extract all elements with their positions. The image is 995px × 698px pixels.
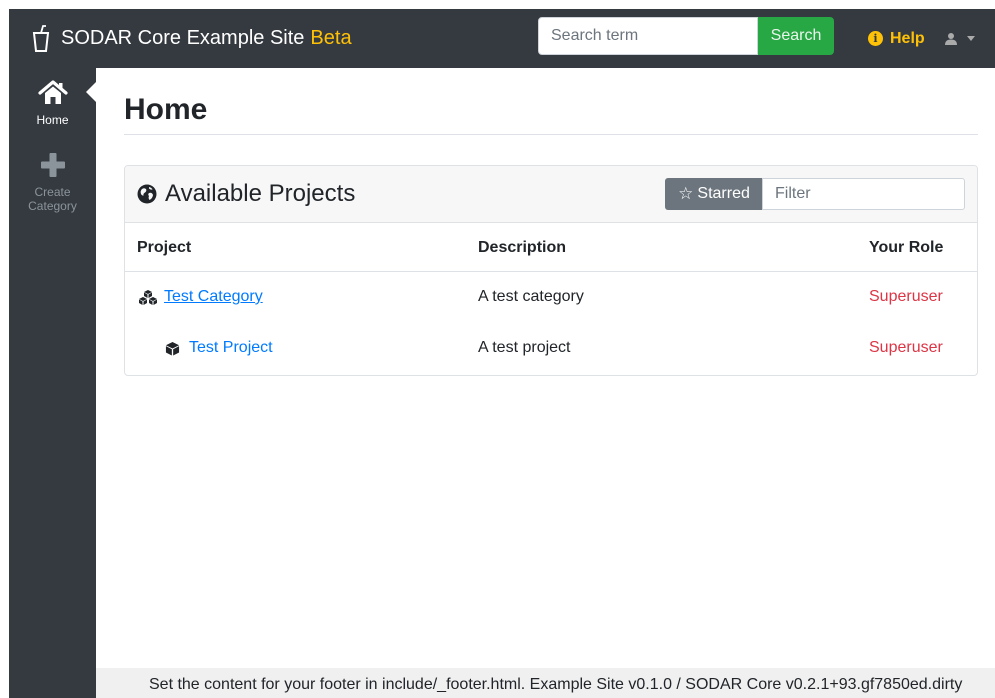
table-row-description: A test category [478,288,584,305]
cube-icon [165,341,180,356]
project-link-test-project[interactable]: Test Project [189,339,273,357]
table-row-project-cell: Test Project [165,339,273,357]
column-header-description[interactable]: Description [478,239,566,257]
sidebar-item-home[interactable]: Home [9,80,96,127]
sidebar-item-label: Home [36,113,69,127]
user-icon [945,33,957,45]
search-input[interactable]: Search term [538,17,758,55]
top-navbar: SODAR Core Example Site Beta Search term… [9,9,995,68]
page-title: Home [124,93,208,126]
card-title: Available Projects [137,180,355,208]
cup-icon [32,24,50,52]
card-title-text: Available Projects [165,180,356,207]
projects-card: Available Projects ☆ Starred Filter Proj… [124,165,978,376]
help-link[interactable]: i Help [868,9,925,68]
search-placeholder: Search term [551,27,639,44]
footer-text: Set the content for your footer in inclu… [149,676,963,693]
sidebar-item-create-category[interactable]: Create Category [9,152,96,213]
sidebar: Home Create Category [9,68,96,698]
starred-label: Starred [697,185,750,202]
filter-input[interactable]: Filter [762,178,965,210]
site-brand[interactable]: SODAR Core Example Site Beta [31,9,352,68]
user-menu-dropdown[interactable] [945,9,975,68]
star-icon: ☆ [678,184,694,203]
table-row-role: Superuser [869,288,943,305]
table-row-description: A test project [478,339,571,356]
card-header: Available Projects ☆ Starred Filter [125,166,977,223]
info-circle-icon: i [868,31,883,46]
cubes-icon [139,290,157,305]
main-content: Home Available Projects ☆ Starred Filter… [96,68,995,668]
app-frame: SODAR Core Example Site Beta Search term… [0,0,995,698]
table-row-project-cell: Test Category [138,288,263,306]
globe-icon [137,184,157,204]
starred-toggle-button[interactable]: ☆ Starred [665,178,763,210]
column-header-role[interactable]: Your Role [869,239,943,257]
project-link-test-category[interactable]: Test Category [164,288,263,306]
sidebar-item-label: Create Category [28,185,77,213]
filter-placeholder: Filter [775,185,811,202]
column-header-project[interactable]: Project [137,239,191,257]
chevron-down-icon [967,36,975,41]
brand-badge: Beta [310,27,352,49]
brand-name: SODAR Core Example Site [61,27,305,49]
page-footer: Set the content for your footer in inclu… [96,668,995,698]
title-divider [124,134,978,135]
help-label: Help [890,29,925,47]
home-icon [37,80,68,104]
plus-icon [40,153,65,177]
active-indicator [86,82,96,102]
table-header-divider [125,271,977,272]
table-row-role: Superuser [869,339,943,356]
search-button[interactable]: Search [758,17,834,55]
